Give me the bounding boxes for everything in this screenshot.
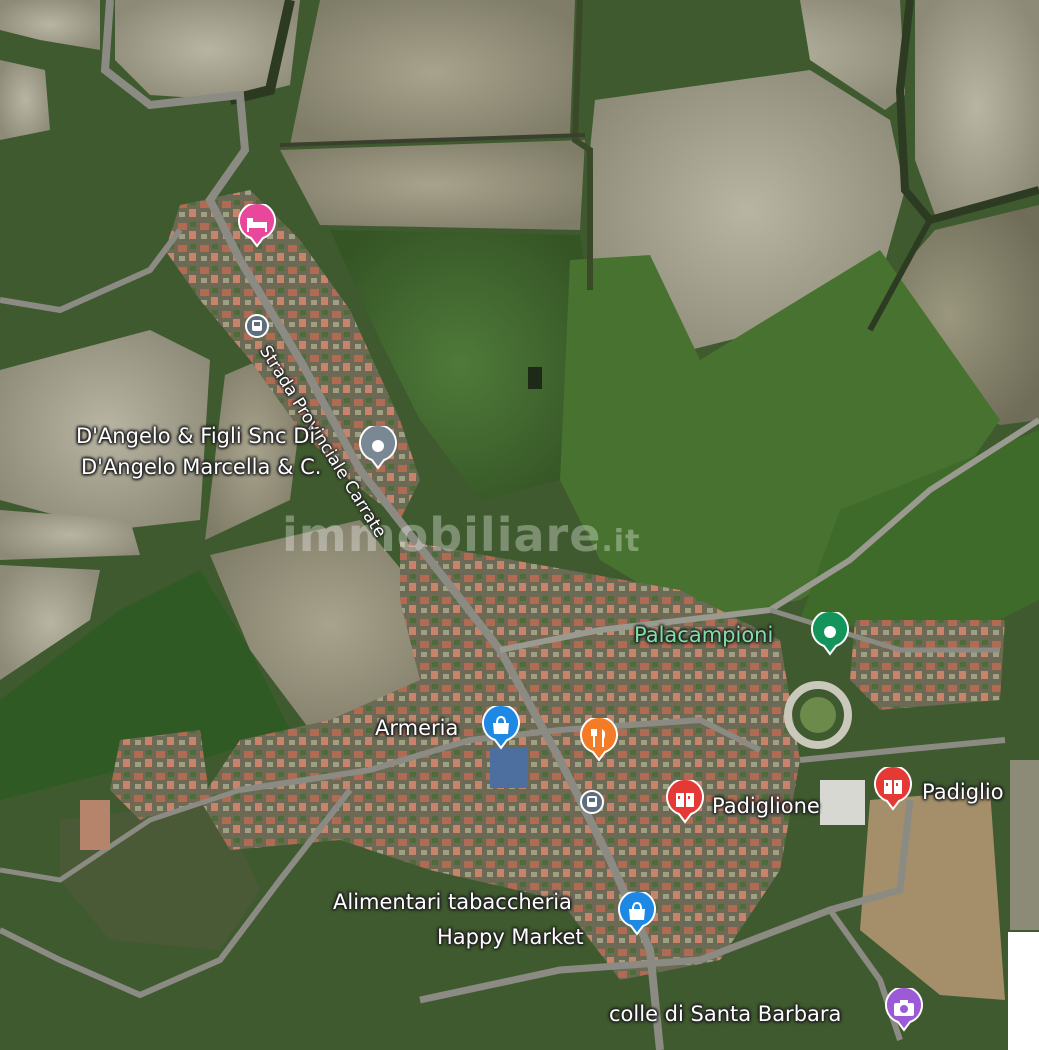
immobiliare-watermark: immobiliare.it xyxy=(282,508,640,562)
palacampioni-pin[interactable] xyxy=(808,612,852,656)
dangelo-label-line1: D'Angelo & Figli Snc Di xyxy=(76,424,316,448)
padiglione-pin-1[interactable] xyxy=(663,780,707,824)
alimentari-label-line2: Happy Market xyxy=(437,925,584,949)
building-icon xyxy=(874,767,912,811)
restaurant-pin[interactable] xyxy=(577,718,621,762)
lodging-pin[interactable] xyxy=(235,204,279,248)
dot-icon xyxy=(359,426,397,470)
dangelo-pin[interactable] xyxy=(356,426,400,470)
shopping-bag-icon xyxy=(618,892,656,936)
alimentari-label-line1: Alimentari tabaccheria xyxy=(333,890,572,914)
palacampioni-label: Palacampioni xyxy=(634,623,774,647)
colle-pin[interactable] xyxy=(882,988,926,1032)
camera-icon xyxy=(885,988,923,1032)
satellite-map[interactable]: immobiliare.it Strada Provinciale Carrat… xyxy=(0,0,1039,1050)
building-icon xyxy=(666,780,704,824)
padiglione-label-2: Padiglio xyxy=(922,780,1004,804)
map-edge-panel xyxy=(1008,932,1039,1050)
dot-icon xyxy=(811,612,849,656)
bed-icon xyxy=(238,204,276,248)
alimentari-pin[interactable] xyxy=(615,892,659,936)
padiglione-label-1: Padiglione xyxy=(712,794,820,818)
bus-stop-north[interactable] xyxy=(245,314,269,338)
shopping-bag-icon xyxy=(482,706,520,750)
bus-icon xyxy=(252,320,262,331)
armeria-label: Armeria xyxy=(375,716,459,740)
bus-icon xyxy=(587,796,597,807)
bus-stop-south[interactable] xyxy=(580,790,604,814)
armeria-pin[interactable] xyxy=(479,706,523,750)
colle-label: colle di Santa Barbara xyxy=(609,1002,842,1026)
fork-knife-icon xyxy=(580,718,618,762)
padiglione-pin-2[interactable] xyxy=(871,767,915,811)
dangelo-label-line2: D'Angelo Marcella & C. xyxy=(81,455,322,479)
watermark-main: immobiliare xyxy=(282,508,602,562)
watermark-suffix: .it xyxy=(601,524,641,559)
